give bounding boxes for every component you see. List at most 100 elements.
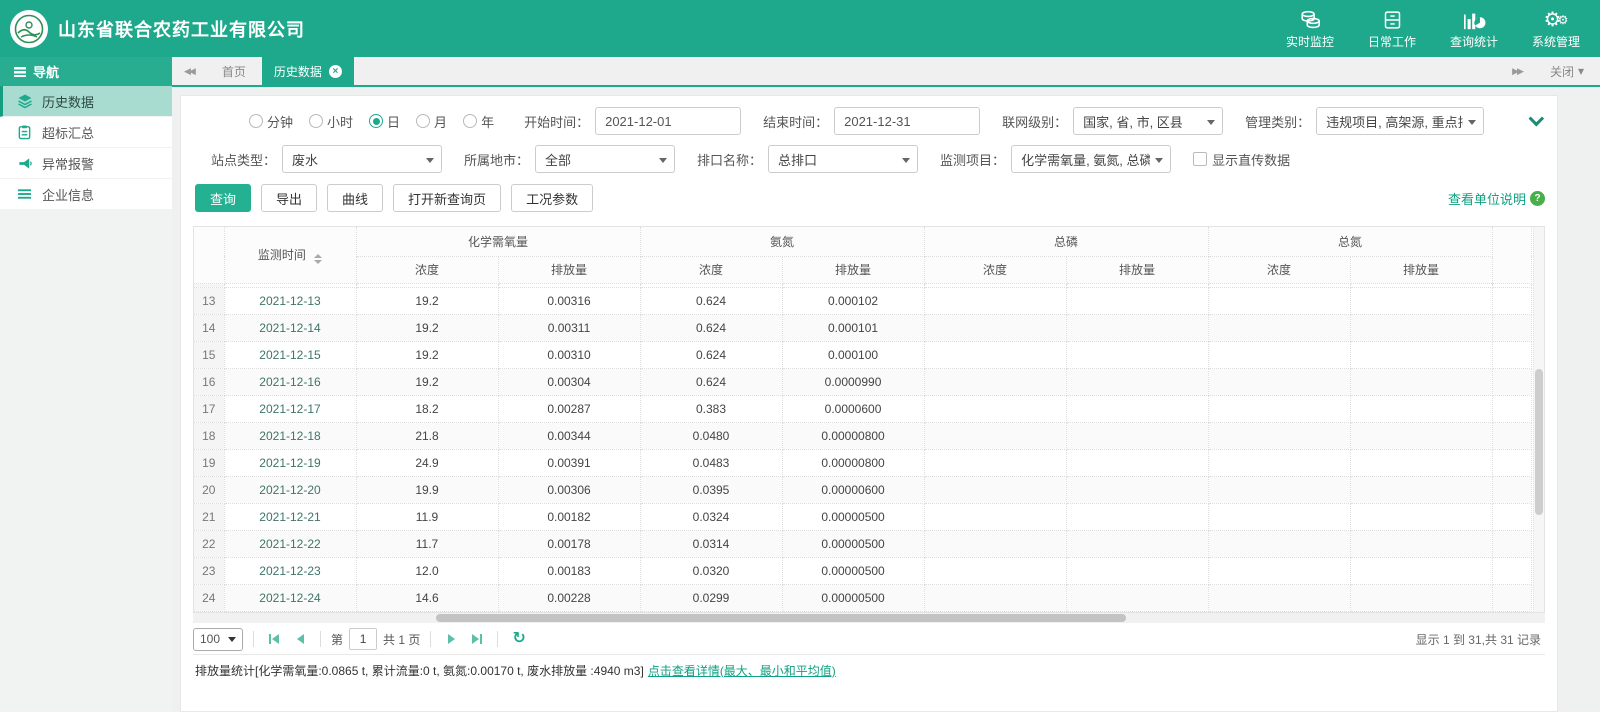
top-menu: 实时监控 日常工作 查询统计 ⚙ ⚙ 系统管理: [1284, 7, 1582, 50]
checkbox-icon[interactable]: [1193, 152, 1208, 166]
filler-column-header: [1492, 227, 1533, 284]
database-icon: [1299, 7, 1321, 31]
tabs-scroll-right-icon[interactable]: ▶▶: [1500, 57, 1534, 85]
outlet-name-select[interactable]: 总排口: [768, 145, 919, 173]
main-row: 导航 历史数据 超标汇总 异常报警 企业信息 ◀◀ 首页 历史数据 × ▶▶ 关…: [0, 57, 1600, 712]
sidebar-item-enterprise-info[interactable]: 企业信息: [0, 179, 172, 210]
sidebar-item-history-data[interactable]: 历史数据: [0, 86, 172, 117]
cell-value: 0.0324: [640, 503, 783, 531]
export-button[interactable]: 导出: [261, 184, 318, 212]
city-select[interactable]: 全部: [535, 145, 676, 173]
collapse-filters-icon[interactable]: [1528, 110, 1545, 126]
caret-down-icon: [1468, 120, 1477, 125]
cell-value: [1350, 368, 1493, 396]
cell-value: 0.0000600: [782, 395, 925, 423]
sidebar-item-exceed-summary[interactable]: 超标汇总: [0, 117, 172, 148]
table-row[interactable]: 14 2021-12-14 19.2 0.00311 0.624 0.000101: [194, 314, 1533, 342]
table-row[interactable]: 22 2021-12-22 11.7 0.00178 0.0314 0.00000500: [194, 530, 1533, 558]
start-time-input[interactable]: [595, 107, 742, 135]
unit-description-link[interactable]: 查看单位说明 ?: [1448, 189, 1545, 208]
table-row[interactable]: 23 2021-12-23 12.0 0.00183 0.0320 0.00000500: [194, 557, 1533, 585]
cell-index: 20: [194, 476, 225, 504]
network-level-select[interactable]: 国家, 省, 市, 区县: [1073, 107, 1224, 135]
cell-value: 0.624: [640, 341, 783, 369]
cell-monitor-time: 2021-12-17: [224, 395, 357, 423]
horizontal-scrollbar-thumb[interactable]: [436, 613, 1126, 622]
vertical-scrollbar-thumb[interactable]: [1535, 369, 1543, 516]
pagination-bar: 100 第 共 1 页 ↻: [193, 625, 1545, 655]
radio-year[interactable]: 年: [463, 112, 494, 131]
prev-page-button[interactable]: [290, 629, 310, 649]
cell-value: [1208, 395, 1351, 423]
table-row[interactable]: 13 2021-12-13 19.2 0.00316 0.624 0.000102: [194, 287, 1533, 315]
table-row[interactable]: 18 2021-12-18 21.8 0.00344 0.0480 0.00000800: [194, 422, 1533, 450]
cell-value: 0.00306: [498, 476, 641, 504]
radio-hour[interactable]: 小时: [309, 112, 353, 131]
start-time-label: 开始时间：: [524, 114, 590, 130]
vertical-scrollbar[interactable]: [1533, 227, 1544, 612]
end-time-input[interactable]: [834, 107, 981, 135]
clipboard-icon: [16, 124, 33, 141]
table-row[interactable]: 17 2021-12-17 18.2 0.00287 0.383 0.0000600: [194, 395, 1533, 423]
manage-category-label: 管理类别：: [1245, 114, 1311, 130]
cell-monitor-time: 2021-12-19: [224, 449, 357, 477]
manage-category-select[interactable]: 违规项目, 高架源, 重点排污: [1316, 107, 1485, 135]
table-row[interactable]: 15 2021-12-15 19.2 0.00310 0.624 0.000100: [194, 341, 1533, 369]
sidebar-item-abnormal-alarm[interactable]: 异常报警: [0, 148, 172, 179]
tab-history-data[interactable]: 历史数据 ×: [261, 57, 354, 85]
cell-value: 24.9: [356, 449, 499, 477]
next-page-button[interactable]: [441, 629, 461, 649]
menu-system-management[interactable]: ⚙ ⚙ 系统管理: [1530, 7, 1582, 50]
cell-value: 0.000101: [782, 314, 925, 342]
tab-close-icon[interactable]: ×: [328, 64, 342, 78]
cell-filler: [1492, 476, 1533, 504]
horizontal-scrollbar[interactable]: [193, 612, 1545, 623]
cell-value: [924, 341, 1067, 369]
site-type-select[interactable]: 废水: [282, 145, 443, 173]
cell-value: [924, 476, 1067, 504]
cell-value: 11.7: [356, 530, 499, 558]
table-row[interactable]: 24 2021-12-24 14.6 0.00228 0.0299 0.00000500: [194, 584, 1533, 612]
cell-value: [924, 449, 1067, 477]
content-background: 分钟 小时 日 月 年 开始时间： 2021-12-01 结束时间： 2021-…: [172, 87, 1600, 712]
page-size-select[interactable]: 100: [193, 627, 244, 651]
menu-daily-work[interactable]: 日常工作: [1366, 7, 1418, 50]
menu-query-statistics[interactable]: 查询统计: [1448, 7, 1500, 50]
first-page-button[interactable]: [264, 629, 284, 649]
refresh-icon[interactable]: ↻: [512, 631, 525, 647]
sub-header-concentration: 浓度: [924, 256, 1067, 284]
table-row[interactable]: 20 2021-12-20 19.9 0.00306 0.0395 0.00000600: [194, 476, 1533, 504]
cell-value: [1208, 449, 1351, 477]
cell-value: [1350, 557, 1493, 585]
direct-data-checkbox-wrap[interactable]: 显示直传数据: [1193, 150, 1290, 169]
table-row[interactable]: 19 2021-12-19 24.9 0.00391 0.0483 0.00000800: [194, 449, 1533, 477]
cell-value: 0.0000990: [782, 368, 925, 396]
sub-header-concentration: 浓度: [356, 256, 499, 284]
menu-realtime-monitor[interactable]: 实时监控: [1284, 7, 1336, 50]
table-row[interactable]: 21 2021-12-21 11.9 0.00182 0.0324 0.00000500: [194, 503, 1533, 531]
tab-home[interactable]: 首页: [206, 57, 262, 85]
tabs-scroll-left-icon[interactable]: ◀◀: [172, 57, 206, 85]
curve-button[interactable]: 曲线: [327, 184, 384, 212]
cell-value: 18.2: [356, 395, 499, 423]
open-new-query-button[interactable]: 打开新查询页: [393, 184, 502, 212]
time-column-header[interactable]: 监测时间: [224, 227, 357, 284]
radio-icon: [463, 114, 478, 128]
close-tabs-menu[interactable]: 关闭 ▾: [1534, 57, 1600, 85]
city-label: 所属地市：: [464, 152, 530, 168]
table-row[interactable]: 16 2021-12-16 19.2 0.00304 0.624 0.0000990: [194, 368, 1533, 396]
monitor-item-select[interactable]: 化学需氧量, 氨氮, 总磷, 总氮: [1011, 145, 1172, 173]
query-button[interactable]: 查询: [195, 184, 252, 212]
radio-minute[interactable]: 分钟: [249, 112, 293, 131]
cell-index: 13: [194, 287, 225, 315]
radio-day[interactable]: 日: [369, 112, 400, 131]
condition-params-button[interactable]: 工况参数: [511, 184, 594, 212]
page-number-input[interactable]: [349, 628, 378, 650]
radio-month[interactable]: 月: [416, 112, 447, 131]
view-detail-link[interactable]: 点击查看详情(最大、最小和平均值): [648, 662, 836, 679]
cell-value: 0.00310: [498, 341, 641, 369]
cell-monitor-time: 2021-12-22: [224, 530, 357, 558]
cell-monitor-time: 2021-12-23: [224, 557, 357, 585]
sort-icon[interactable]: [314, 253, 323, 264]
last-page-button[interactable]: [467, 629, 487, 649]
